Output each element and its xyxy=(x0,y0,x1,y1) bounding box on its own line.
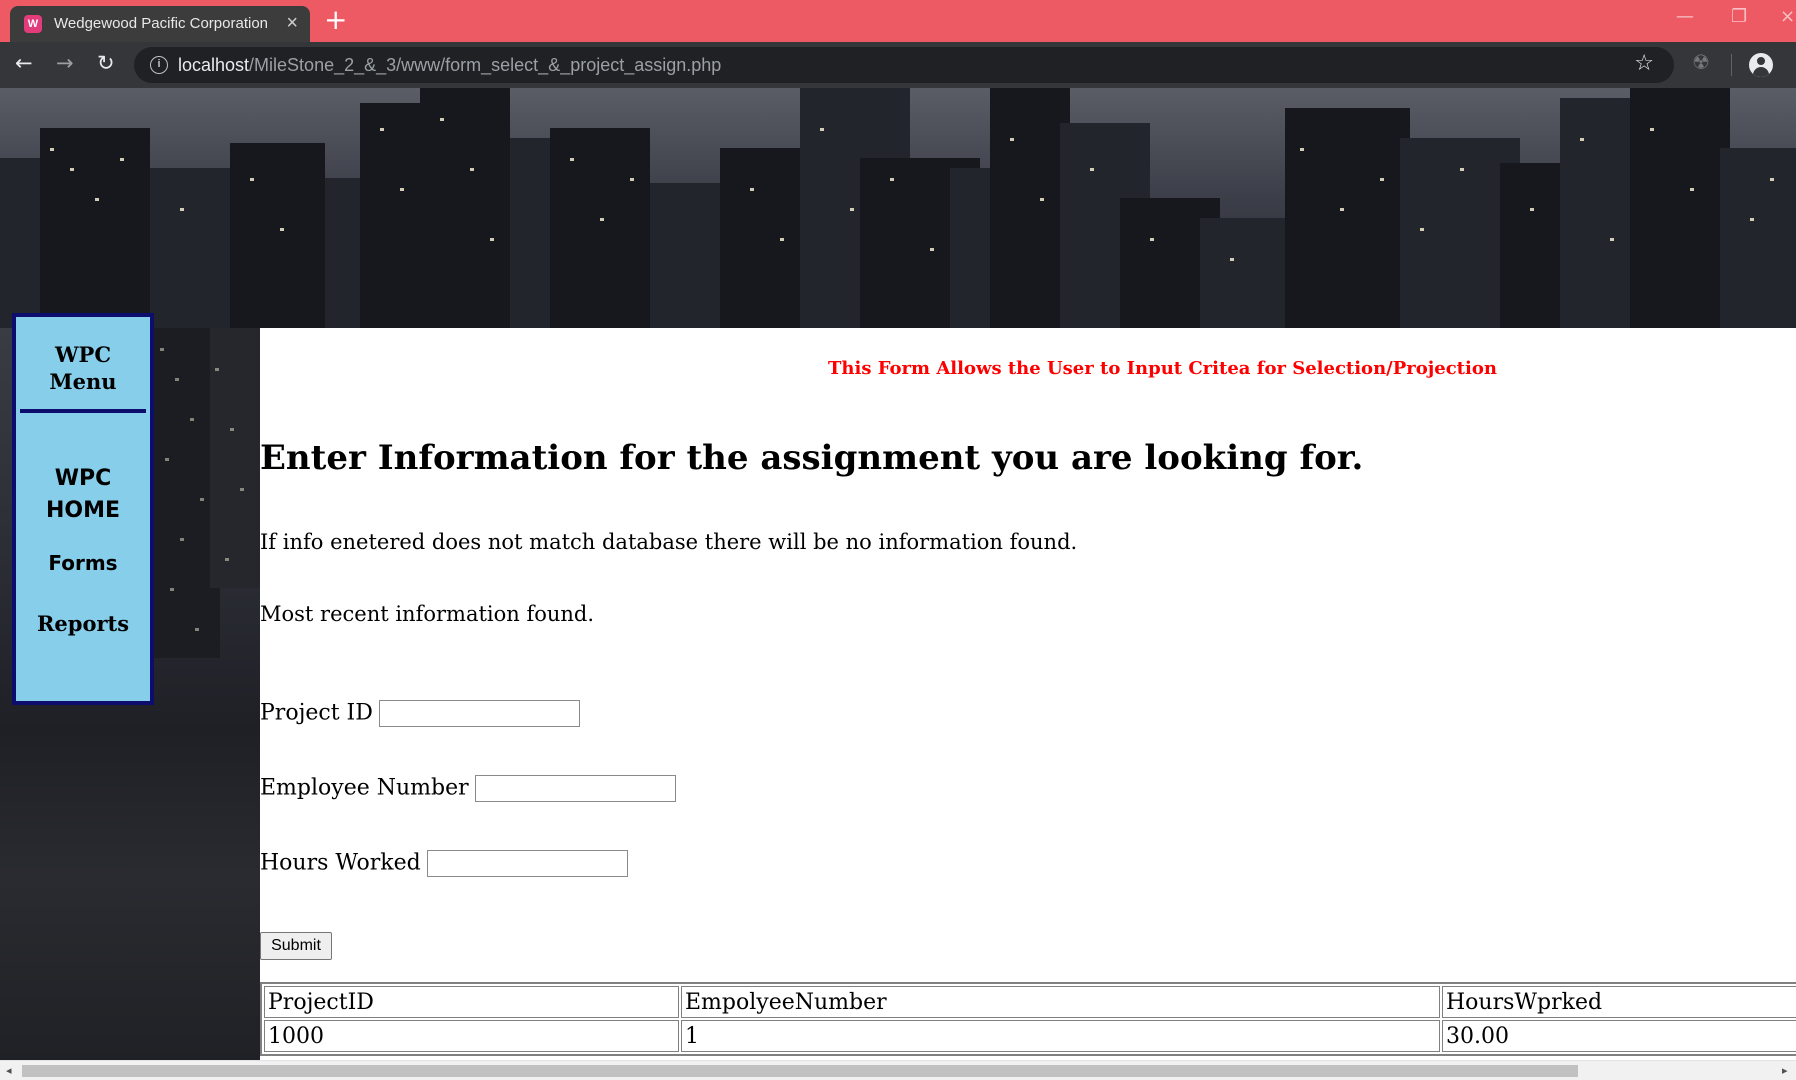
browser-toolbar: ← → ↻ i localhost/MileStone_2_&_3/www/fo… xyxy=(0,42,1796,88)
menu-link-forms[interactable]: Forms xyxy=(16,551,150,575)
close-window-icon[interactable]: × xyxy=(1780,6,1795,27)
table-row: 1000 1 30.00 xyxy=(264,1020,1796,1052)
employee-number-row: Employee Number xyxy=(260,775,676,802)
toolbar-divider xyxy=(1731,54,1732,76)
recent-info-text: Most recent information found. xyxy=(260,602,595,626)
close-tab-icon[interactable]: × xyxy=(286,12,298,35)
new-tab-icon[interactable]: + xyxy=(324,6,347,34)
hours-worked-row: Hours Worked xyxy=(260,850,628,877)
browser-tab[interactable]: W Wedgewood Pacific Corporation × xyxy=(10,6,310,42)
menu-link-home-line2: HOME xyxy=(45,498,121,523)
extension-icon[interactable]: ☢ xyxy=(1692,50,1710,74)
form-notice: This Form Allows the User to Input Crite… xyxy=(828,358,1497,379)
project-id-input[interactable] xyxy=(378,700,580,727)
main-content: This Form Allows the User to Input Crite… xyxy=(260,328,1796,1060)
project-id-label: Project ID xyxy=(260,700,373,726)
header-hours-worked: HoursWprked xyxy=(1442,986,1796,1018)
cell-project-id: 1000 xyxy=(264,1020,679,1052)
minimize-window-icon[interactable]: — xyxy=(1676,6,1694,27)
employee-number-input[interactable] xyxy=(474,775,676,802)
table-header-row: ProjectID EmpolyeeNumber HoursWprked xyxy=(264,986,1796,1018)
employee-number-label: Employee Number xyxy=(260,775,469,801)
bookmark-star-icon[interactable]: ☆ xyxy=(1634,51,1654,76)
menu-link-home-line1: WPC xyxy=(54,466,112,491)
info-text: If info enetered does not match database… xyxy=(260,530,1078,554)
site-favicon-icon: W xyxy=(24,15,42,33)
submit-button[interactable]: Submit xyxy=(260,932,332,960)
web-page: WPC Menu WPC HOME Forms Reports This For… xyxy=(0,88,1796,1060)
address-bar[interactable]: i localhost/MileStone_2_&_3/www/form_sel… xyxy=(134,47,1674,83)
cell-employee-number: 1 xyxy=(681,1020,1440,1052)
page-heading: Enter Information for the assignment you… xyxy=(260,438,1364,478)
wpc-menu-sidebar: WPC Menu WPC HOME Forms Reports xyxy=(12,313,154,705)
browser-tab-strip: W Wedgewood Pacific Corporation × + — ❐ … xyxy=(0,0,1796,42)
restore-window-icon[interactable]: ❐ xyxy=(1731,6,1747,27)
profile-avatar-icon[interactable] xyxy=(1749,53,1773,77)
url-text[interactable]: localhost/MileStone_2_&_3/www/form_selec… xyxy=(178,55,721,76)
menu-link-reports[interactable]: Reports xyxy=(16,611,150,636)
header-employee-number: EmpolyeeNumber xyxy=(681,986,1440,1018)
results-table: ProjectID EmpolyeeNumber HoursWprked 100… xyxy=(260,982,1796,1056)
reload-icon[interactable]: ↻ xyxy=(97,51,115,75)
menu-title: WPC Menu xyxy=(20,317,146,413)
skyline-banner-image xyxy=(0,88,1796,328)
scroll-right-arrow-icon[interactable]: ▸ xyxy=(1782,1064,1788,1077)
url-host: localhost xyxy=(178,55,250,75)
cell-hours-worked: 30.00 xyxy=(1442,1020,1796,1052)
project-id-row: Project ID xyxy=(260,700,580,727)
horizontal-scrollbar[interactable]: ◂ ▸ xyxy=(0,1060,1796,1080)
menu-link-home[interactable]: WPC HOME xyxy=(16,463,150,527)
back-arrow-icon[interactable]: ← xyxy=(15,51,33,75)
hours-worked-input[interactable] xyxy=(426,850,628,877)
scrollbar-thumb[interactable] xyxy=(22,1065,1578,1077)
hours-worked-label: Hours Worked xyxy=(260,850,421,876)
forward-arrow-icon[interactable]: → xyxy=(56,51,74,75)
tab-title: Wedgewood Pacific Corporation xyxy=(54,15,269,32)
scroll-left-arrow-icon[interactable]: ◂ xyxy=(6,1064,12,1077)
site-info-icon[interactable]: i xyxy=(150,56,168,74)
header-project-id: ProjectID xyxy=(264,986,679,1018)
url-path: /MileStone_2_&_3/www/form_select_&_proje… xyxy=(249,55,722,75)
